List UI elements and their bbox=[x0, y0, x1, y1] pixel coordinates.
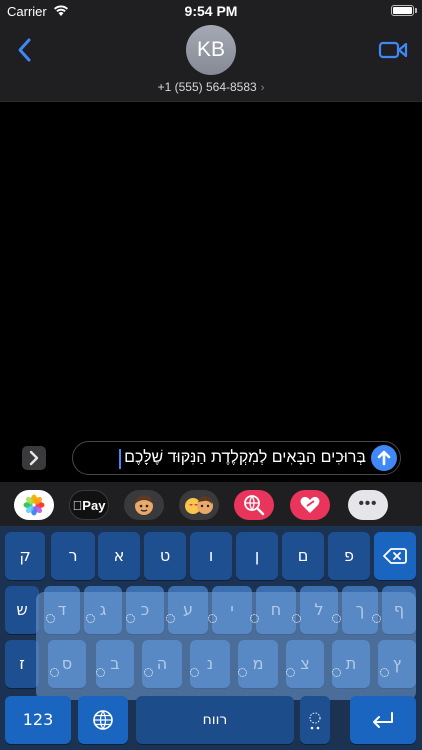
return-key[interactable] bbox=[350, 696, 416, 744]
globe-icon bbox=[93, 710, 113, 730]
nikud-dot bbox=[86, 614, 95, 623]
memoji-icon bbox=[135, 495, 153, 515]
key-final-nun[interactable]: ן bbox=[236, 532, 278, 580]
app-drawer: Pay ••• bbox=[0, 482, 422, 526]
photos-app-button[interactable] bbox=[14, 490, 54, 520]
expand-apps-button[interactable] bbox=[22, 446, 46, 470]
battery-icon bbox=[391, 5, 414, 16]
nikud-overlay[interactable] bbox=[36, 592, 416, 700]
conversation-header: KB +1 (555) 564-8583 › bbox=[0, 22, 422, 102]
nikud-dot bbox=[96, 668, 105, 677]
nikud-dot bbox=[332, 614, 341, 623]
heart-icon bbox=[300, 496, 320, 513]
key-pe[interactable]: פ bbox=[328, 532, 370, 580]
key-shin[interactable]: ש bbox=[5, 586, 39, 634]
space-key[interactable]: רווח bbox=[136, 696, 294, 744]
back-chevron-icon[interactable] bbox=[14, 36, 36, 64]
nikud-dot bbox=[166, 614, 175, 623]
backspace-key[interactable] bbox=[374, 532, 416, 580]
nikud-dot bbox=[250, 614, 259, 623]
nikud-dot bbox=[380, 668, 389, 677]
key-resh[interactable]: ר bbox=[51, 532, 95, 580]
nikud-dot bbox=[190, 668, 199, 677]
text-caret bbox=[119, 449, 121, 469]
photos-icon bbox=[23, 494, 45, 516]
battery-tip bbox=[415, 8, 417, 13]
nikud-dot bbox=[50, 668, 59, 677]
memoji-stickers-button[interactable] bbox=[179, 490, 219, 520]
apple-pay-button[interactable]: Pay bbox=[69, 490, 109, 520]
digital-touch-app-button[interactable] bbox=[290, 490, 330, 520]
status-bar: Carrier 9:54 PM bbox=[0, 0, 422, 22]
status-time: 9:54 PM bbox=[184, 3, 238, 19]
nikud-dots-icon bbox=[309, 712, 321, 730]
nikud-dot bbox=[372, 614, 381, 623]
key-zayin[interactable]: ז bbox=[5, 640, 39, 688]
apple-pay-label: Pay bbox=[77, 498, 105, 513]
apple-logo-icon:  bbox=[73, 498, 83, 513]
key-alef[interactable]: א bbox=[98, 532, 140, 580]
more-apps-button[interactable]: ••• bbox=[348, 490, 388, 520]
nikud-dot bbox=[208, 614, 217, 623]
nikud-dot bbox=[286, 668, 295, 677]
facetime-video-icon[interactable] bbox=[378, 39, 408, 61]
key-tet[interactable]: ט bbox=[144, 532, 186, 580]
memoji-stickers-icon bbox=[185, 495, 213, 514]
send-button[interactable] bbox=[371, 445, 397, 471]
key-final-mem[interactable]: ם bbox=[282, 532, 324, 580]
nikud-dot bbox=[332, 668, 341, 677]
chevron-right-icon: › bbox=[260, 82, 265, 94]
chevron-right-icon bbox=[29, 450, 39, 466]
numbers-key[interactable]: 123 bbox=[5, 696, 71, 744]
key-qof[interactable]: ק bbox=[5, 532, 45, 580]
globe-key[interactable] bbox=[78, 696, 128, 744]
globe-search-icon bbox=[244, 495, 265, 516]
message-input[interactable]: בְּרוּכִים הַבָּאִים לְמִקְלֶדֶת הַנִּקּ… bbox=[72, 441, 401, 475]
nikud-dot bbox=[238, 668, 247, 677]
hebrew-keyboard: ק ר א ט ו ן ם פ ש ד ג כ ע י ח ל ך ף ז ס … bbox=[0, 526, 422, 750]
image-search-app-button[interactable] bbox=[234, 490, 274, 520]
nikud-key[interactable] bbox=[300, 696, 330, 744]
message-text: בְּרוּכִים הַבָּאִים לְמִקְלֶדֶת הַנִּקּ… bbox=[124, 449, 366, 466]
arrow-up-icon bbox=[377, 450, 391, 466]
return-icon bbox=[373, 712, 393, 728]
nikud-dot bbox=[292, 614, 301, 623]
backspace-icon bbox=[383, 548, 407, 564]
memoji-app-button[interactable] bbox=[124, 490, 164, 520]
contact-phone: +1 (555) 564-8583 bbox=[157, 80, 257, 94]
nikud-dot bbox=[144, 668, 153, 677]
contact-name[interactable]: +1 (555) 564-8583 › bbox=[0, 80, 422, 94]
nikud-dot bbox=[126, 614, 135, 623]
key-vav[interactable]: ו bbox=[190, 532, 232, 580]
nikud-dot bbox=[46, 614, 55, 623]
contact-avatar[interactable]: KB bbox=[186, 25, 236, 75]
